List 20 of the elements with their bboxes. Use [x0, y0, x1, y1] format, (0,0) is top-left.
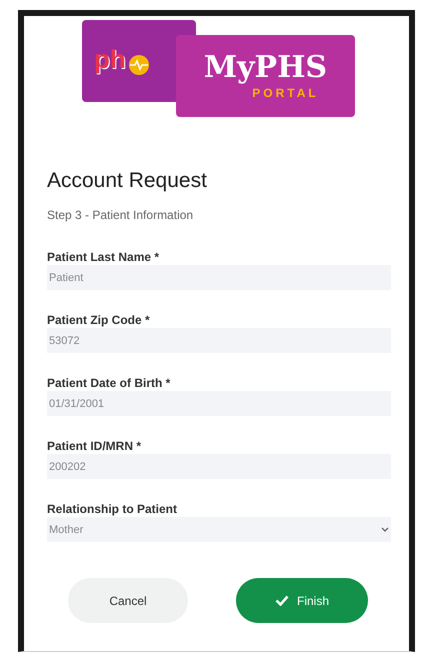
cancel-button[interactable]: Cancel	[68, 578, 188, 624]
step-text: Step 3 - Patient Information	[47, 207, 194, 224]
select-field[interactable]: Mother	[47, 517, 391, 542]
field-label: Patient Zip Code *	[47, 312, 151, 328]
page-title: Account Request	[47, 168, 208, 194]
field-label: Patient Date of Birth *	[47, 375, 172, 392]
check-icon	[274, 595, 289, 606]
input-field[interactable]: 01/31/2001	[47, 391, 391, 416]
input-field[interactable]: 200202	[47, 454, 391, 480]
field-label: Patient ID/MRN *	[47, 438, 142, 454]
input-field[interactable]: Patient	[47, 265, 391, 290]
logo-subtitle: PORTAL	[252, 87, 319, 99]
finish-button[interactable]: Finish	[236, 578, 368, 624]
field-label: Relationship to Patient	[47, 501, 178, 518]
heartbeat-icon	[128, 54, 150, 76]
chevron-down-icon	[381, 526, 389, 533]
logo-title: MyPHS	[204, 53, 328, 83]
logo-mark: ph	[94, 46, 126, 72]
input-field[interactable]: 53072	[47, 328, 391, 354]
field-label: Patient Last Name *	[47, 249, 160, 266]
